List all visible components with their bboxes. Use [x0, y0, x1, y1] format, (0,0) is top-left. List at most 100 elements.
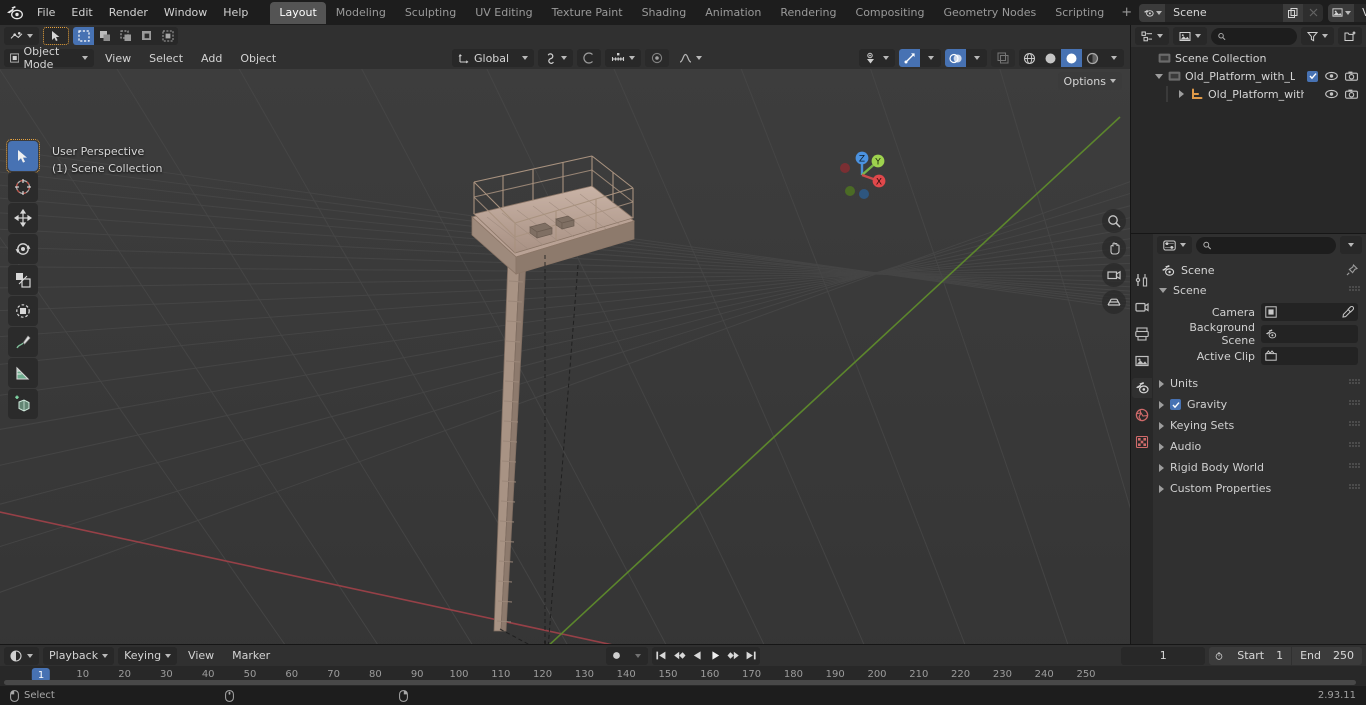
scene-icon[interactable]	[1139, 3, 1166, 22]
cursor-tool[interactable]	[8, 172, 38, 202]
select-box-icon[interactable]	[73, 27, 94, 45]
scene-name-field[interactable]: Scene	[1165, 3, 1284, 22]
xray-toggle-button[interactable]	[991, 49, 1015, 67]
tab-world-properties[interactable]	[1132, 405, 1152, 425]
section-rigid-body-world[interactable]: Rigid Body World	[1153, 457, 1366, 478]
scene-panel-header[interactable]: Scene	[1153, 280, 1366, 301]
viewport-menu-object[interactable]: Object	[233, 50, 283, 67]
outliner-expander-right-icon[interactable]	[1176, 89, 1187, 100]
properties-search-input[interactable]	[1215, 239, 1329, 251]
wireframe-shading-icon[interactable]	[1019, 49, 1040, 67]
select-invert-icon[interactable]	[157, 27, 178, 45]
outliner-search-input[interactable]	[1229, 30, 1290, 42]
section-audio[interactable]: Audio	[1153, 436, 1366, 457]
solid-shading-icon[interactable]	[1040, 49, 1061, 67]
blender-logo-icon[interactable]	[6, 4, 23, 22]
outliner-row-collection[interactable]: Old_Platform_with_Ladder_W	[1131, 67, 1366, 85]
tab-view-layer-properties[interactable]	[1132, 351, 1152, 371]
tab-scripting[interactable]: Scripting	[1046, 2, 1113, 24]
section-gravity[interactable]: Gravity	[1153, 394, 1366, 415]
eye-icon[interactable]	[1325, 89, 1338, 99]
active-clip-field[interactable]	[1261, 347, 1358, 365]
properties-search-box[interactable]	[1196, 236, 1336, 254]
jump-to-start-icon[interactable]	[652, 647, 670, 665]
viewport-menu-view[interactable]: View	[98, 50, 138, 67]
playback-menu-button[interactable]: Playback	[43, 646, 115, 665]
move-tool[interactable]	[8, 203, 38, 233]
view-layer-icon[interactable]	[1328, 3, 1355, 22]
tab-render-properties[interactable]	[1132, 297, 1152, 317]
viewport-menu-select[interactable]: Select	[142, 50, 190, 67]
measure-tool[interactable]	[8, 358, 38, 388]
tab-layout[interactable]: Layout	[270, 1, 326, 24]
overlays-dropdown-icon[interactable]	[966, 49, 987, 67]
viewport-options-button[interactable]: Options	[1057, 72, 1122, 90]
outliner-display-mode-button[interactable]	[1173, 27, 1207, 45]
rotate-tool[interactable]	[8, 234, 38, 264]
show-gizmo-icon[interactable]	[899, 49, 920, 67]
gravity-checkbox[interactable]	[1170, 399, 1181, 410]
play-icon[interactable]	[706, 647, 724, 665]
view-layer-selector[interactable]: View Layer	[1328, 3, 1366, 22]
keying-menu-button[interactable]: Keying	[118, 646, 178, 665]
previous-keyframe-icon[interactable]	[670, 647, 688, 665]
outliner-row-object[interactable]: Old_Platform_with_Ladd	[1131, 85, 1366, 103]
view-layer-name-field[interactable]: View Layer	[1354, 3, 1366, 22]
transform-orientation-selector[interactable]: Global	[452, 49, 534, 67]
outliner-row-scene-collection[interactable]: Scene Collection	[1131, 49, 1366, 67]
rendered-shading-icon[interactable]	[1082, 49, 1103, 67]
transform-tool[interactable]	[8, 296, 38, 326]
camera-field[interactable]	[1261, 303, 1358, 321]
add-workspace-button[interactable]: +	[1114, 2, 1139, 23]
snap-toggle-button[interactable]	[538, 49, 573, 67]
outliner-new-collection-button[interactable]	[1338, 27, 1362, 45]
select-extend-icon[interactable]	[94, 27, 115, 45]
timeline-scrollbar[interactable]	[4, 680, 1356, 685]
auto-keying-dropdown-icon[interactable]	[627, 647, 648, 665]
tab-scene-properties[interactable]	[1132, 378, 1152, 398]
scale-tool[interactable]	[8, 265, 38, 295]
tab-rendering[interactable]: Rendering	[771, 2, 845, 24]
section-custom-properties[interactable]: Custom Properties	[1153, 478, 1366, 499]
tab-shading[interactable]: Shading	[633, 2, 696, 24]
proportional-editing-button[interactable]	[577, 49, 601, 67]
material-preview-shading-icon[interactable]	[1061, 49, 1082, 67]
properties-options-button[interactable]	[1340, 236, 1362, 254]
menu-window[interactable]: Window	[156, 3, 215, 22]
eye-icon[interactable]	[1325, 71, 1338, 81]
timeline-ruler[interactable]: 10 20 30 40 50 60 70 80 90 100 110 120 130 140 150 160 1…	[0, 666, 1366, 686]
cursor-select-tool-button[interactable]	[43, 27, 69, 45]
shading-dropdown-icon[interactable]	[1103, 49, 1124, 67]
navigation-gizmo[interactable]: X Y Z	[834, 147, 890, 203]
tab-output-properties[interactable]	[1132, 324, 1152, 344]
camera-view-icon[interactable]	[1102, 263, 1126, 287]
eyedropper-icon[interactable]	[1342, 306, 1354, 318]
select-intersect-icon[interactable]	[136, 27, 157, 45]
delete-scene-icon[interactable]	[1303, 3, 1324, 22]
properties-editor-type-button[interactable]	[1157, 236, 1192, 254]
tab-geometry-nodes[interactable]: Geometry Nodes	[934, 2, 1045, 24]
section-keying-sets[interactable]: Keying Sets	[1153, 415, 1366, 436]
next-keyframe-icon[interactable]	[724, 647, 742, 665]
show-overlays-icon[interactable]	[945, 49, 966, 67]
viewport-menu-add[interactable]: Add	[194, 50, 229, 67]
new-scene-icon[interactable]	[1283, 3, 1304, 22]
gizmo-dropdown-icon[interactable]	[920, 49, 941, 67]
annotate-tool[interactable]	[8, 327, 38, 357]
jump-to-end-icon[interactable]	[742, 647, 760, 665]
camera-icon[interactable]	[1345, 71, 1358, 81]
tab-tool-properties[interactable]	[1132, 270, 1152, 290]
zoom-icon[interactable]	[1102, 209, 1126, 233]
play-reverse-icon[interactable]	[688, 647, 706, 665]
tab-modeling[interactable]: Modeling	[327, 2, 395, 24]
auto-keying-icon[interactable]	[606, 647, 627, 665]
tab-sculpting[interactable]: Sculpting	[396, 2, 465, 24]
pin-icon[interactable]	[1346, 264, 1358, 276]
menu-help[interactable]: Help	[215, 3, 256, 22]
start-frame-field[interactable]: Start 1	[1229, 646, 1292, 665]
toggle-perspective-icon[interactable]	[1102, 290, 1126, 314]
use-preview-range-icon[interactable]	[1209, 646, 1230, 665]
tab-animation[interactable]: Animation	[696, 2, 770, 24]
collection-checkbox[interactable]	[1307, 70, 1318, 82]
add-cube-tool[interactable]	[8, 389, 38, 419]
